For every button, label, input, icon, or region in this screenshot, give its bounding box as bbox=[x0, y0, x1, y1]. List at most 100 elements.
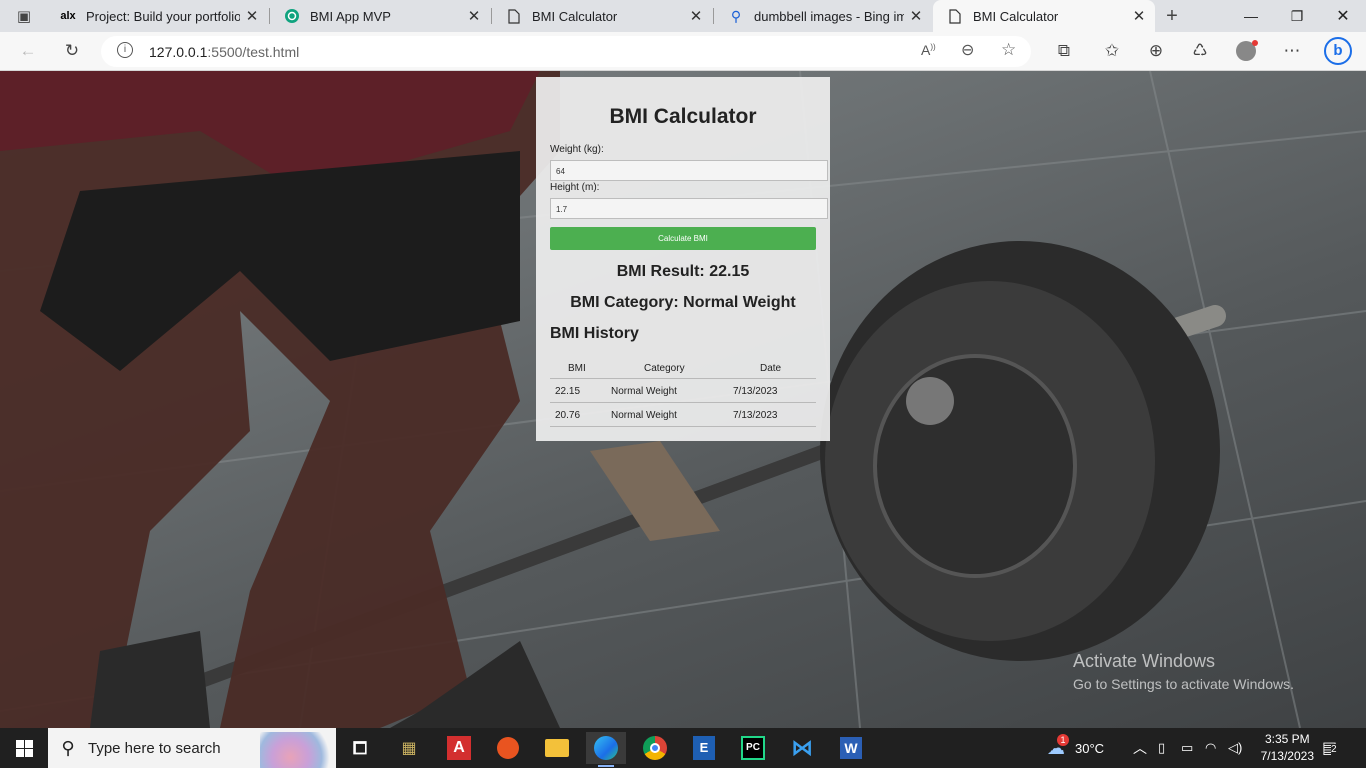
windows-logo-icon bbox=[15, 739, 33, 757]
notification-count: 2 bbox=[1331, 744, 1337, 755]
bmi-calculator-card: BMI Calculator Weight (kg): 64 Height (m… bbox=[536, 77, 830, 441]
windows-start-button[interactable] bbox=[0, 728, 48, 768]
cell-category: Normal Weight bbox=[611, 386, 677, 397]
alx-icon: alx bbox=[60, 10, 76, 22]
edge-app-icon[interactable] bbox=[586, 732, 626, 767]
taskbar: ⚲ Type here to search ⧠ ▦ A E PC ⋈ W ☁ 1 … bbox=[0, 728, 1366, 768]
close-icon[interactable]: ✕ bbox=[904, 7, 928, 25]
refresh-icon[interactable]: ↻ bbox=[58, 38, 86, 64]
search-highlight-art bbox=[260, 732, 336, 768]
height-label: Height (m): bbox=[550, 182, 600, 193]
collections-icon[interactable]: ⊕ bbox=[1142, 38, 1170, 64]
tab-bmi-calculator[interactable]: BMI Calculator ✕ bbox=[492, 0, 712, 32]
minimize-icon[interactable]: — bbox=[1228, 0, 1274, 32]
weight-input[interactable]: 64 bbox=[550, 160, 828, 181]
tab-bmi-app-mvp[interactable]: BMI App MVP ✕ bbox=[270, 0, 490, 32]
pycharm-app-icon[interactable]: PC bbox=[733, 732, 773, 764]
weight-label: Weight (kg): bbox=[550, 144, 604, 155]
header-date: Date bbox=[760, 363, 782, 374]
document-icon bbox=[506, 8, 522, 24]
url-host: 127.0.0.1 bbox=[149, 44, 208, 60]
system-clock[interactable]: 3:35 PM 7/13/2023 bbox=[1261, 731, 1314, 765]
vscode-app-icon[interactable]: ⋈ bbox=[782, 732, 822, 764]
chevron-up-icon[interactable]: ︿ bbox=[1133, 728, 1147, 768]
tab-strip: ▣ alx Project: Build your portfolio p ✕ … bbox=[0, 0, 1366, 32]
battery-icon[interactable]: ▭ bbox=[1181, 728, 1193, 768]
new-tab-icon[interactable]: + bbox=[1158, 3, 1186, 29]
watermark-line-1: Activate Windows bbox=[1073, 651, 1216, 671]
cell-category: Normal Weight bbox=[611, 410, 677, 421]
watermark-line-2: Go to Settings to activate Windows. bbox=[1073, 676, 1294, 692]
clock-time: 3:35 PM bbox=[1264, 732, 1310, 746]
cell-date: 7/13/2023 bbox=[733, 410, 778, 421]
calculate-bmi-button[interactable]: Calculate BMI bbox=[550, 227, 816, 250]
weather-badge: 1 bbox=[1057, 733, 1069, 746]
ubuntu-app-icon[interactable] bbox=[488, 732, 528, 764]
history-title: BMI History bbox=[550, 325, 639, 342]
chrome-app-icon[interactable] bbox=[635, 732, 675, 764]
tab-title: BMI Calculator bbox=[973, 8, 1059, 24]
header-bmi: BMI bbox=[568, 363, 586, 374]
activate-windows-watermark: Activate Windows Go to Settings to activ… bbox=[1073, 651, 1294, 692]
back-icon[interactable]: ← bbox=[14, 38, 42, 64]
close-icon[interactable]: ✕ bbox=[1127, 7, 1151, 25]
taskbar-search-box[interactable]: ⚲ Type here to search bbox=[48, 728, 336, 768]
tab-bmi-calculator-active[interactable]: BMI Calculator ✕ bbox=[933, 0, 1155, 32]
tab-title: Project: Build your portfolio p bbox=[86, 8, 240, 24]
bing-chat-icon[interactable]: b bbox=[1322, 36, 1354, 66]
device-icon[interactable]: ▯ bbox=[1158, 728, 1165, 768]
history-header-row: BMI Category Date bbox=[550, 361, 816, 379]
search-icon: ⚲ bbox=[730, 7, 742, 24]
info-icon[interactable]: i bbox=[117, 42, 133, 58]
calculator-app-icon[interactable]: ▦ bbox=[389, 732, 429, 764]
chatgpt-icon bbox=[284, 8, 300, 24]
wifi-icon[interactable]: ◠ bbox=[1205, 728, 1216, 768]
address-bar[interactable]: i 127.0.0.1:5500/test.html A)) ⊖ ☆ bbox=[101, 36, 1031, 67]
header-category: Category bbox=[644, 363, 685, 374]
tab-actions-icon[interactable]: ▣ bbox=[10, 3, 38, 29]
table-row: 20.76 Normal Weight 7/13/2023 bbox=[550, 403, 816, 427]
tab-title: BMI Calculator bbox=[532, 8, 618, 24]
page-title: BMI Calculator bbox=[609, 105, 757, 128]
close-icon[interactable]: ✕ bbox=[462, 7, 486, 25]
cell-bmi: 20.76 bbox=[555, 410, 581, 421]
height-input[interactable]: 1.7 bbox=[550, 198, 828, 219]
close-icon[interactable]: ✕ bbox=[240, 7, 264, 25]
weather-cloud-icon: ☁ 1 bbox=[1047, 733, 1069, 759]
url-text: 127.0.0.1:5500/test.html bbox=[149, 44, 299, 60]
history-table: BMI Category Date 22.15 Normal Weight 7/… bbox=[550, 361, 816, 427]
page-viewport: BMI Calculator Weight (kg): 64 Height (m… bbox=[0, 71, 1366, 728]
word-app-icon[interactable]: W bbox=[831, 732, 871, 764]
url-path: :5500/test.html bbox=[207, 44, 300, 60]
window-close-icon[interactable]: ✕ bbox=[1320, 0, 1366, 32]
extensions-icon[interactable]: ⧉ bbox=[1050, 38, 1078, 64]
document-icon bbox=[947, 8, 963, 24]
volume-icon[interactable]: ◁) bbox=[1228, 728, 1242, 768]
favorite-star-icon[interactable]: ☆ bbox=[1001, 40, 1016, 60]
autocad-app-icon[interactable]: A bbox=[439, 732, 479, 764]
browser-toolbar: ← ↻ i 127.0.0.1:5500/test.html A)) ⊖ ☆ ⧉… bbox=[0, 32, 1366, 71]
clock-date: 7/13/2023 bbox=[1260, 749, 1314, 763]
restore-icon[interactable]: ❐ bbox=[1274, 0, 1320, 32]
tab-bing-images[interactable]: ⚲ dumbbell images - Bing imag ✕ bbox=[714, 0, 932, 32]
bmi-result: BMI Result: 22.15 bbox=[616, 263, 750, 280]
weather-widget[interactable]: ☁ 1 30°C bbox=[1047, 728, 1104, 768]
notifications-icon[interactable]: ▤ 2 bbox=[1322, 728, 1337, 768]
file-explorer-icon[interactable] bbox=[537, 732, 577, 764]
tab-title: dumbbell images - Bing imag bbox=[754, 8, 904, 24]
read-aloud-icon[interactable]: A)) bbox=[921, 42, 936, 58]
table-row: 22.15 Normal Weight 7/13/2023 bbox=[550, 379, 816, 403]
search-icon: ⚲ bbox=[61, 737, 75, 758]
profile-avatar[interactable] bbox=[1232, 38, 1260, 64]
close-icon[interactable]: ✕ bbox=[684, 7, 708, 25]
tab-portfolio[interactable]: alx Project: Build your portfolio p ✕ bbox=[46, 0, 268, 32]
word-editor-app-icon[interactable]: E bbox=[684, 732, 724, 764]
cell-date: 7/13/2023 bbox=[733, 386, 778, 397]
performance-icon[interactable]: ♺ bbox=[1186, 38, 1214, 64]
more-menu-icon[interactable]: ⋯ bbox=[1278, 38, 1306, 64]
zoom-out-icon[interactable]: ⊖ bbox=[961, 40, 974, 60]
task-view-icon[interactable]: ⧠ bbox=[340, 732, 380, 764]
tab-title: BMI App MVP bbox=[310, 8, 391, 24]
favorites-icon[interactable]: ✩ bbox=[1098, 38, 1126, 64]
weather-temp: 30°C bbox=[1075, 740, 1105, 756]
